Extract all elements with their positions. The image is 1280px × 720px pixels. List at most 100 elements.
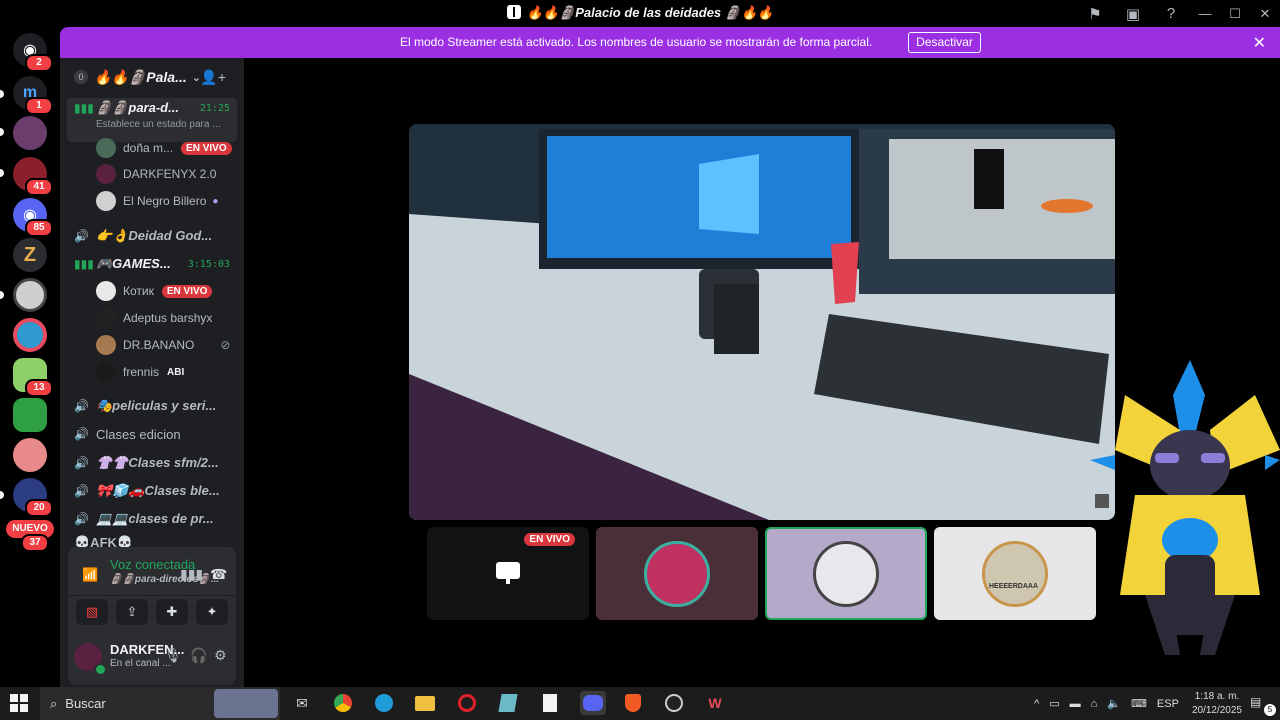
unread-badge: 13	[25, 379, 53, 397]
windows-start-icon[interactable]	[10, 694, 28, 712]
language-indicator[interactable]: ESP	[1157, 698, 1179, 710]
unread-badge: 20	[25, 499, 53, 517]
deafened-icon: ⊘	[220, 338, 231, 352]
obs-icon[interactable]	[661, 691, 687, 715]
voice-user[interactable]: Adeptus barshyx	[96, 306, 236, 330]
opera-icon[interactable]	[454, 691, 480, 715]
voice-channel-games[interactable]: ▮▮▮ 🎮GAMES... 3:15:03	[68, 251, 236, 277]
share-screen-button[interactable]: ⇪	[116, 599, 148, 625]
participant-tile[interactable]	[596, 527, 758, 620]
screen-share-alert-icon[interactable]: ▣	[1114, 0, 1152, 27]
avatar	[96, 308, 116, 328]
guild-header[interactable]: 0 🔥🔥🗿Pala... ⌄ 👤+	[60, 58, 244, 96]
unread-badge: 37	[21, 534, 49, 552]
taskbar-search[interactable]: ⌕ Buscar	[40, 687, 280, 720]
guild-count: 0	[74, 70, 88, 84]
search-placeholder: Buscar	[65, 696, 106, 711]
avatar	[96, 164, 116, 184]
chevron-up-icon[interactable]: ^	[1034, 698, 1039, 710]
network-icon[interactable]: ⌂	[1091, 698, 1098, 710]
notification-center-icon[interactable]: ▤ 5	[1250, 695, 1276, 716]
maximize-button[interactable]: ☐	[1220, 0, 1250, 27]
server-pink-icon[interactable]	[13, 438, 47, 472]
server-z-icon[interactable]: Z	[13, 238, 47, 272]
close-button[interactable]: ✕	[1250, 0, 1280, 27]
app-icon[interactable]	[495, 691, 521, 715]
server-m-icon[interactable]: m1	[13, 76, 53, 115]
keyboard-icon[interactable]: ⌨	[1131, 697, 1147, 710]
voice-channel-afk[interactable]: 💀AFK💀	[68, 535, 236, 547]
unread-pill	[0, 90, 4, 98]
voice-channel-clases-blender[interactable]: 🔊 🎀🧊🚗Clases ble...	[68, 478, 236, 504]
chrome-icon[interactable]	[330, 691, 356, 715]
speaker-icon: 🔊	[74, 512, 89, 526]
close-icon[interactable]: ✕	[1253, 33, 1266, 53]
voice-user[interactable]: El Negro Billero ●	[96, 189, 236, 213]
vtuber-overlay	[1090, 360, 1280, 655]
server-discord-icon[interactable]: ◉ 85	[13, 198, 53, 237]
voice-channel-clases-programacion[interactable]: 🔊 💻💻clases de pr...	[68, 506, 236, 532]
server-purple-icon[interactable]	[13, 116, 47, 150]
connection-signal-icon[interactable]: 📶	[82, 567, 98, 583]
server-icon	[506, 5, 521, 19]
channel-sidebar: 0 🔥🔥🗿Pala... ⌄ 👤+ ▮▮▮ 🗿🗿para-d... 21:25 …	[60, 58, 244, 687]
volume-icon[interactable]: 🔈	[1107, 697, 1121, 710]
deactivate-streamer-button[interactable]: Desactivar	[908, 32, 981, 53]
voice-active-icon: ▮▮▮	[74, 257, 94, 271]
server-ring-icon[interactable]	[13, 318, 47, 352]
discord-taskbar-icon[interactable]	[580, 691, 606, 715]
soundboard-button[interactable]: ✦	[196, 599, 228, 625]
avatar	[96, 191, 116, 211]
channel-status[interactable]: Establece un estado para ...	[96, 119, 221, 130]
live-badge: EN VIVO	[161, 284, 213, 298]
voice-user[interactable]: DARKFENYX 2.0	[96, 162, 236, 186]
document-icon[interactable]	[537, 691, 563, 715]
voice-channel-peliculas[interactable]: 🔊 🎭peliculas y seri...	[68, 393, 236, 419]
server-partial-icon[interactable]: 37	[19, 534, 49, 552]
voice-user[interactable]: frennis ABI	[96, 360, 236, 384]
disconnect-icon[interactable]: ☎	[210, 566, 227, 583]
mail-icon[interactable]: ✉	[289, 691, 315, 715]
user-panel[interactable]: DARKFEN... En el canal ... 🎙 🎧 ⚙	[68, 637, 236, 681]
voice-user[interactable]: DR.BANANO ⊘	[96, 333, 236, 357]
server-bw-icon[interactable]	[13, 278, 47, 312]
speaker-icon: 🔊	[74, 456, 89, 470]
voice-channel-deidad[interactable]: 🔊 👉👌Deidad God...	[68, 223, 236, 249]
voice-channel-para-directos[interactable]: ▮▮▮ 🗿🗿para-d... 21:25	[68, 95, 236, 121]
help-icon[interactable]: ?	[1152, 0, 1190, 27]
camera-off-button[interactable]: ▧	[76, 599, 108, 625]
minimize-button[interactable]: —	[1190, 0, 1220, 27]
file-explorer-icon[interactable]	[412, 691, 438, 715]
server-yellow-icon[interactable]	[13, 398, 47, 432]
stream-tile[interactable]: EN VIVO	[427, 527, 589, 620]
participant-tile-speaking[interactable]	[765, 527, 927, 620]
participant-tile[interactable]: HEEEERDAAA	[934, 527, 1096, 620]
settings-gear-icon[interactable]: ⚙	[214, 647, 227, 664]
server-anime-icon[interactable]: 13	[13, 358, 53, 397]
microphone-icon[interactable]: 🎙	[164, 647, 182, 664]
voice-channel-clases-sfm[interactable]: 🔊 👚👚Clases sfm/2...	[68, 450, 236, 476]
server-red-icon[interactable]: 41	[13, 157, 53, 196]
battery-icon[interactable]: ▬	[1070, 698, 1081, 710]
unread-badge: 1	[25, 97, 53, 115]
noise-suppression-icon[interactable]: ▮▮▮	[180, 566, 203, 583]
discord-home-icon[interactable]: ◉ 2	[13, 33, 53, 72]
streamer-mode-banner: El modo Streamer está activado. Los nomb…	[60, 27, 1280, 58]
inbox-flag-icon[interactable]: ⚑	[1076, 0, 1114, 27]
notification-count: 5	[1264, 703, 1276, 716]
stream-video[interactable]	[409, 124, 1115, 520]
voice-user[interactable]: doña m... EN VIVO	[96, 136, 236, 160]
headphones-icon[interactable]: 🎧	[190, 647, 207, 664]
edge-icon[interactable]	[371, 691, 397, 715]
activities-button[interactable]: ✚	[156, 599, 188, 625]
brave-icon[interactable]	[620, 691, 646, 715]
online-status-icon	[94, 663, 107, 676]
server-blue-icon[interactable]: 20	[13, 478, 53, 517]
add-member-icon[interactable]: 👤+	[200, 69, 226, 86]
voice-user[interactable]: Котик EN VIVO	[96, 279, 236, 303]
clock[interactable]: 1:18 a. m. 20/12/2025	[1192, 690, 1242, 718]
app-w-icon[interactable]: W	[702, 691, 728, 715]
voice-channel-clases-edicion[interactable]: 🔊 Clases edicion	[68, 421, 236, 447]
live-badge: EN VIVO	[524, 533, 575, 546]
tray-app-icon[interactable]: ▭	[1049, 697, 1059, 710]
